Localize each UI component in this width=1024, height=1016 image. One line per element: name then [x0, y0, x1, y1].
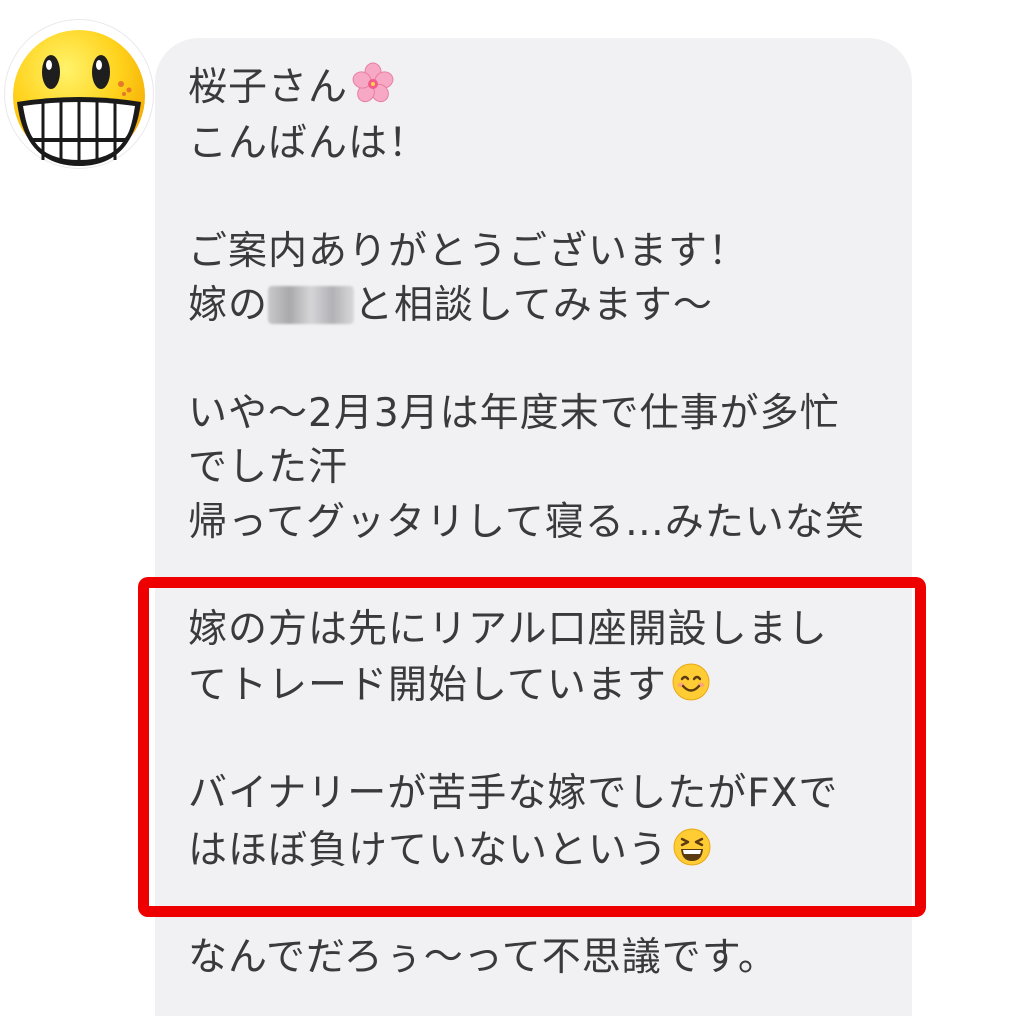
message-line-thanks: ご案内ありがとうございます！ [188, 229, 749, 274]
sender-avatar[interactable] [5, 20, 153, 168]
greeting-name: 桜子さん [188, 65, 349, 110]
laughing-face-icon [672, 827, 712, 867]
grinning-face-icon [13, 30, 145, 166]
message-line-fx-2: はほぼ負けていないという [188, 825, 712, 877]
message-line-wife-2: てトレード開始しています [188, 660, 711, 712]
message-line-busy-1: いや〜2月3月は年度末で仕事が多忙 [188, 391, 840, 436]
message-line-wonder: なんでだろぅ〜って不思議です。 [188, 935, 778, 980]
message-line-wife-1: 嫁の方は先にリアル口座開設しまし [188, 607, 828, 652]
message-line-greeting-name: 桜子さん [188, 62, 394, 114]
message-line-busy-2: でした汗 [188, 445, 349, 490]
cherry-blossom-icon [352, 62, 394, 104]
message-line-fx-1: バイナリーが苦手な嫁でしたがFXで [188, 771, 839, 816]
redacted-name [268, 286, 355, 324]
message-line-consult: 嫁の と相談してみます〜 [188, 283, 713, 328]
smiling-face-icon [671, 662, 711, 702]
message-line-busy-3: 帰ってグッタリして寝る…みたいな笑 [188, 500, 865, 545]
message-line-greeting: こんばんは！ [188, 121, 429, 166]
